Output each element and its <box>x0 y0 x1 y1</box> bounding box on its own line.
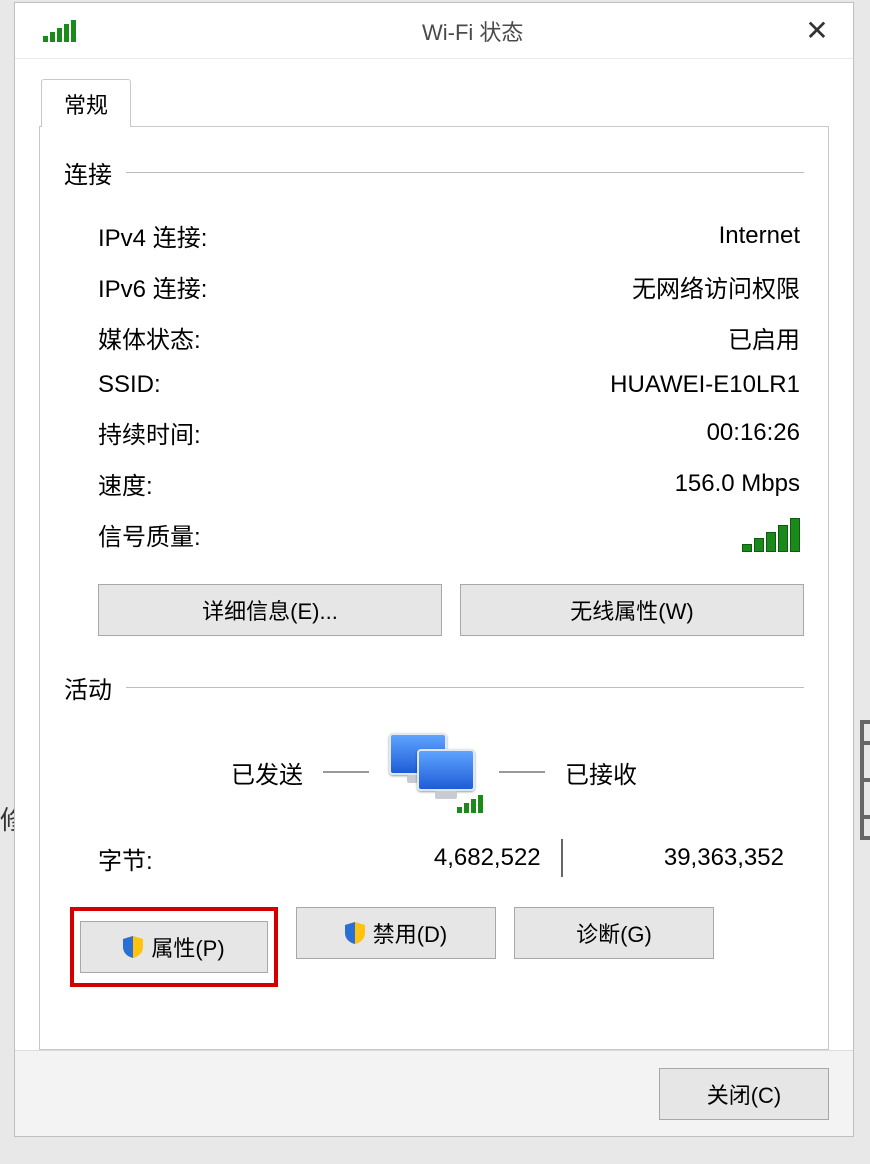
general-panel: 连接 IPv4 连接: Internet IPv6 连接: 无网络访问权限 媒体… <box>39 127 829 1050</box>
connection-group-heading: 连接 <box>64 155 804 190</box>
ipv6-label: IPv6 连接: <box>98 269 207 304</box>
wifi-signal-icon <box>457 795 483 813</box>
row-signal: 信号质量: <box>64 509 804 560</box>
window-title: Wi-Fi 状态 <box>422 15 791 47</box>
row-ipv4: IPv4 连接: Internet <box>64 210 804 261</box>
bytes-received-value: 39,363,352 <box>563 844 794 872</box>
ipv4-value: Internet <box>719 222 800 250</box>
wifi-signal-icon <box>43 20 412 42</box>
bytes-label: 字节: <box>98 841 329 876</box>
connection-buttons: 详细信息(E)... 无线属性(W) <box>98 584 804 636</box>
disable-button[interactable]: 禁用(D) <box>296 907 496 959</box>
wireless-properties-button[interactable]: 无线属性(W) <box>460 584 804 636</box>
wifi-status-dialog: Wi-Fi 状态 ✕ 常规 连接 IPv4 连接: Internet IPv6 … <box>14 2 854 1137</box>
tab-strip: 常规 <box>39 79 829 127</box>
ipv4-label: IPv4 连接: <box>98 218 207 253</box>
shield-icon <box>345 922 365 944</box>
network-computers-icon <box>389 733 479 811</box>
connection-heading-label: 连接 <box>64 155 112 190</box>
sent-label: 已发送 <box>231 755 303 790</box>
duration-value: 00:16:26 <box>707 419 800 447</box>
close-icon[interactable]: ✕ <box>791 14 843 47</box>
bytes-sent-value: 4,682,522 <box>329 844 560 872</box>
background-fragment <box>860 720 870 840</box>
details-button[interactable]: 详细信息(E)... <box>98 584 442 636</box>
signal-strength-icon <box>742 518 800 552</box>
diagnose-button-label: 诊断(G) <box>576 917 652 949</box>
signal-label: 信号质量: <box>98 517 201 552</box>
titlebar: Wi-Fi 状态 ✕ <box>15 3 853 59</box>
tab-general[interactable]: 常规 <box>41 79 131 127</box>
ipv6-value: 无网络访问权限 <box>632 269 800 304</box>
row-duration: 持续时间: 00:16:26 <box>64 407 804 458</box>
row-ipv6: IPv6 连接: 无网络访问权限 <box>64 261 804 312</box>
media-value: 已启用 <box>728 320 800 355</box>
row-speed: 速度: 156.0 Mbps <box>64 458 804 509</box>
client-area: 常规 连接 IPv4 连接: Internet IPv6 连接: 无网络访问权限… <box>15 59 853 1050</box>
diagnose-button[interactable]: 诊断(G) <box>514 907 714 959</box>
activity-visual: 已发送 已接收 <box>64 733 804 811</box>
activity-group-heading: 活动 <box>64 670 804 705</box>
highlight-box: 属性(P) <box>70 907 278 987</box>
close-button[interactable]: 关闭(C) <box>659 1068 829 1120</box>
ssid-label: SSID: <box>98 371 161 399</box>
received-label: 已接收 <box>565 755 637 790</box>
speed-label: 速度: <box>98 466 153 501</box>
activity-buttons: 属性(P) 禁用(D) 诊断(G) <box>70 907 804 987</box>
dash-line <box>323 771 369 773</box>
duration-label: 持续时间: <box>98 415 201 450</box>
dash-line <box>499 771 545 773</box>
properties-button-label: 属性(P) <box>151 931 224 963</box>
activity-heading-label: 活动 <box>64 670 112 705</box>
speed-value: 156.0 Mbps <box>675 470 800 498</box>
row-ssid: SSID: HUAWEI-E10LR1 <box>64 363 804 407</box>
bytes-row: 字节: 4,682,522 39,363,352 <box>64 811 804 877</box>
background-fragment: 修 <box>0 800 14 837</box>
disable-button-label: 禁用(D) <box>373 917 448 949</box>
row-media: 媒体状态: 已启用 <box>64 312 804 363</box>
media-label: 媒体状态: <box>98 320 201 355</box>
dialog-footer: 关闭(C) <box>15 1050 853 1136</box>
shield-icon <box>123 936 143 958</box>
ssid-value: HUAWEI-E10LR1 <box>610 371 800 399</box>
properties-button[interactable]: 属性(P) <box>80 921 268 973</box>
